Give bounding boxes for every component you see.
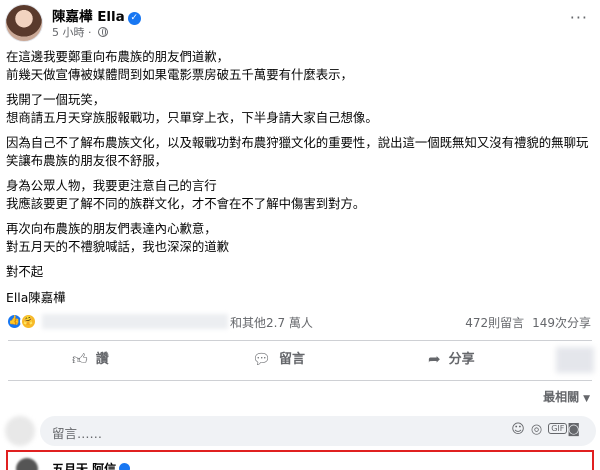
paragraph-5: 再次向布農族的朋友們表達內心歉意， 對五月天的不禮貌喊話，我也深深的道歉 — [6, 220, 596, 255]
post-line: 在這邊我要鄭重向布農族的朋友們道歉， — [6, 49, 230, 64]
sticker-icon[interactable]: ◙ — [567, 422, 586, 437]
author-avatar[interactable] — [5, 4, 43, 42]
highlighted-comment: 五月天 阿信 — [6, 450, 594, 470]
divider — [8, 340, 592, 341]
verified-badge-icon: ✓ — [127, 12, 141, 25]
post-line: 因為自己不了解布農族文化，以及報戰功對布農狩獵文化的重要性，說出這一個既無知又沒… — [6, 135, 589, 168]
paragraph-1: 在這邊我要鄭重向布農族的朋友們道歉， 前幾天做宣傳被媒體問到如果電影票房破五千萬… — [6, 48, 596, 83]
page-avatar-blurred[interactable] — [556, 347, 594, 373]
reaction-names-blurred — [42, 314, 228, 329]
post-line: 對不起 — [6, 264, 44, 279]
sort-dropdown[interactable]: 最相關 ▼ — [543, 388, 590, 405]
share-button[interactable]: ➦ 分享 — [428, 348, 475, 374]
more-options-button[interactable]: ··· — [570, 8, 588, 27]
care-reaction-icon[interactable]: 🤗 — [20, 313, 37, 330]
comment-label: 留言 — [279, 352, 306, 367]
post-header: 陳嘉樺 Ella ✓ 5 小時 · ··· — [0, 0, 600, 44]
reaction-bar: 👍 🤗 和其他2.7 萬人 472則留言 149次分享 — [0, 310, 600, 336]
comment-button[interactable]: 💬︎ 留言 — [252, 348, 305, 374]
author-name[interactable]: 陳嘉樺 Ella — [52, 9, 125, 25]
share-label: 分享 — [448, 352, 475, 367]
paragraph-4: 身為公眾人物，我要更注意自己的言行 我應該要更了解不同的族群文化，才不會在不了解… — [6, 177, 596, 212]
comment-input[interactable]: 留言…… ☺◎ GIF ◙ — [40, 416, 596, 446]
comment-count[interactable]: 472則留言 — [465, 316, 524, 330]
action-bar: 👍︎ 讚 💬︎ 留言 ➦ 分享 — [0, 343, 600, 379]
share-count[interactable]: 149次分享 — [532, 316, 591, 330]
comment-placeholder: 留言…… — [52, 426, 103, 441]
engagement-counts: 472則留言 149次分享 — [457, 314, 591, 331]
sort-label: 最相關 — [543, 390, 580, 404]
post-line: 對五月天的不禮貌喊話，我也深深的道歉 — [6, 238, 230, 254]
share-arrow-icon: ➦ — [428, 350, 441, 368]
like-button[interactable]: 👍︎ 讚 — [72, 348, 109, 374]
thumbs-up-icon: 👍︎ — [72, 350, 88, 368]
author-name-row: 陳嘉樺 Ella ✓ — [52, 5, 141, 25]
chevron-down-icon: ▼ — [583, 394, 590, 404]
comment-composer: 留言…… ☺◎ GIF ◙ — [0, 412, 600, 448]
post-line: 我應該要更了解不同的族群文化，才不會在不了解中傷害到對方。 — [6, 195, 366, 211]
divider — [8, 380, 592, 381]
composer-icons: ☺◎ GIF ◙ — [511, 422, 586, 437]
post-meta: 5 小時 · — [52, 24, 108, 40]
paragraph-7: Ella陳嘉樺 — [6, 289, 596, 307]
paragraph-3: 因為自己不了解布農族文化，以及報戰功對布農狩獵文化的重要性，說出這一個既無知又沒… — [6, 134, 596, 169]
post-line: 想商請五月天穿族服報戰功，只單穿上衣，下半身請大家自己想像。 — [6, 109, 378, 125]
commenter-name[interactable]: 五月天 阿信 — [52, 462, 116, 470]
emoji-icon[interactable]: ☺ — [511, 422, 531, 437]
post-signature: Ella陳嘉樺 — [6, 289, 66, 305]
post-line: 再次向布農族的朋友們表達內心歉意， — [6, 221, 217, 236]
viewer-avatar — [5, 416, 35, 446]
post-line: 前幾天做宣傳被媒體問到如果電影票房破五千萬要有什麼表示， — [6, 66, 353, 82]
reaction-count[interactable]: 和其他2.7 萬人 — [230, 314, 313, 331]
commenter-name-row: 五月天 阿信 — [52, 460, 131, 470]
post-body: 在這邊我要鄭重向布農族的朋友們道歉， 前幾天做宣傳被媒體問到如果電影票房破五千萬… — [6, 48, 596, 314]
verified-badge-icon — [119, 463, 131, 470]
paragraph-2: 我開了一個玩笑， 想商請五月天穿族服報戰功，只單穿上衣，下半身請大家自己想像。 — [6, 91, 596, 126]
globe-icon — [98, 27, 108, 37]
commenter-avatar[interactable] — [16, 458, 38, 470]
paragraph-6: 對不起 — [6, 263, 596, 281]
speech-bubble-icon: 💬︎ — [252, 350, 272, 368]
gif-icon[interactable]: GIF — [548, 423, 568, 434]
camera-icon[interactable]: ◎ — [531, 422, 548, 437]
post-timestamp[interactable]: 5 小時 — [52, 26, 85, 39]
post-line: 身為公眾人物，我要更注意自己的言行 — [6, 178, 217, 193]
post-line: 我開了一個玩笑， — [6, 92, 106, 107]
like-label: 讚 — [95, 352, 109, 367]
